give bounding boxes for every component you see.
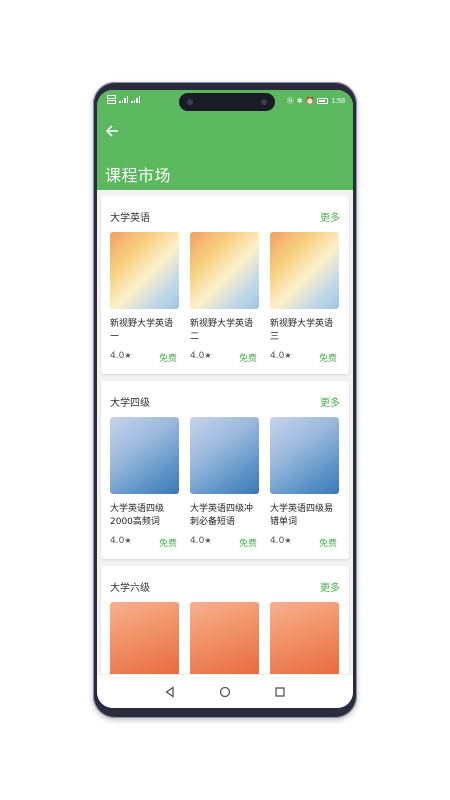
course-rating: 4.0★ xyxy=(270,536,292,546)
course-price: 免费 xyxy=(319,539,338,549)
bluetooth-icon: ✱ xyxy=(296,98,303,105)
course-name: 大学英语四级易错单词 xyxy=(270,504,334,527)
course-name: 新视野大学英语二 xyxy=(190,319,254,342)
section-title: 大学英语 xyxy=(110,213,150,224)
section-card: 大学英语 更多 新视野大学英语一 4.0★ 免费 新视野大学英语二 4.0★ 免… xyxy=(101,196,349,374)
course-item[interactable] xyxy=(190,602,259,674)
status-left xyxy=(107,95,140,104)
course-item[interactable]: 新视野大学英语三 xyxy=(270,232,339,344)
system-nav-bar xyxy=(97,674,353,708)
arrow-left-icon[interactable] xyxy=(105,124,123,142)
course-item[interactable] xyxy=(110,602,179,674)
home-circle-icon[interactable] xyxy=(216,683,234,701)
star-icon: ★ xyxy=(124,351,132,360)
course-cover xyxy=(190,232,259,309)
recents-square-icon[interactable] xyxy=(271,683,289,701)
section-card: 大学六级 更多 xyxy=(101,566,349,674)
phone-screen: Ⓝ ✱ ⏰ 1:58 课程市场 大学英语 更多 新视野大学英语一 4.0★ 免费 xyxy=(97,90,353,708)
page-title: 课程市场 xyxy=(105,166,172,185)
course-name: 大学英语四级冲刺必备短语 xyxy=(190,504,254,527)
clock-time: 1:58 xyxy=(331,97,345,105)
course-name: 大学英语四级2000高频词 xyxy=(110,504,165,527)
section-title: 大学四级 xyxy=(110,398,150,409)
star-icon: ★ xyxy=(204,536,212,545)
status-right: Ⓝ ✱ ⏰ 1:58 xyxy=(287,96,345,106)
status-bar: Ⓝ ✱ ⏰ 1:58 xyxy=(97,90,353,112)
battery-icon xyxy=(317,98,329,104)
course-cover xyxy=(270,417,339,494)
course-rating: 4.0★ xyxy=(190,351,212,361)
course-item[interactable]: 大学英语四级2000高频词 xyxy=(110,417,179,529)
nfc-icon: Ⓝ xyxy=(286,98,294,105)
course-item[interactable]: 大学英语四级冲刺必备短语 xyxy=(190,417,259,529)
course-item[interactable] xyxy=(270,602,339,674)
more-link[interactable]: 更多 xyxy=(320,394,340,409)
sim-indicators xyxy=(107,95,116,104)
course-item[interactable]: 新视野大学英语二 xyxy=(190,232,259,344)
course-rating: 4.0★ xyxy=(270,351,292,361)
section-card: 大学四级 更多 大学英语四级2000高频词 4.0★ 免费 大学英语四级冲刺必备… xyxy=(101,381,349,559)
course-name: 新视野大学英语三 xyxy=(270,319,334,342)
course-price: 免费 xyxy=(319,354,338,364)
course-item[interactable]: 大学英语四级易错单词 xyxy=(270,417,339,529)
star-icon: ★ xyxy=(284,536,292,545)
course-cover xyxy=(270,232,339,309)
signal-icon-2 xyxy=(131,96,140,103)
course-cover xyxy=(110,417,179,494)
course-cover xyxy=(190,602,259,674)
star-icon: ★ xyxy=(204,351,212,360)
course-cover xyxy=(110,232,179,309)
front-camera-icon xyxy=(261,99,267,105)
signal-icon xyxy=(119,96,128,103)
app-header: Ⓝ ✱ ⏰ 1:58 课程市场 xyxy=(97,90,353,190)
front-camera-icon xyxy=(187,99,193,105)
sim2-icon xyxy=(107,100,116,104)
course-rating: 4.0★ xyxy=(190,536,212,546)
camera-notch xyxy=(179,93,275,111)
course-item[interactable]: 新视野大学英语一 xyxy=(110,232,179,344)
course-rating: 4.0★ xyxy=(110,536,132,546)
more-link[interactable]: 更多 xyxy=(320,579,340,594)
course-name: 新视野大学英语一 xyxy=(110,319,174,342)
course-list[interactable]: 大学英语 更多 新视野大学英语一 4.0★ 免费 新视野大学英语二 4.0★ 免… xyxy=(97,190,353,674)
course-cover xyxy=(110,602,179,674)
sim1-icon xyxy=(107,95,116,99)
alarm-icon: ⏰ xyxy=(305,98,315,105)
star-icon: ★ xyxy=(124,536,132,545)
section-title: 大学六级 xyxy=(110,583,150,594)
course-cover xyxy=(190,417,259,494)
star-icon: ★ xyxy=(284,351,292,360)
course-cover xyxy=(270,602,339,674)
more-link[interactable]: 更多 xyxy=(320,209,340,224)
back-triangle-icon[interactable] xyxy=(161,683,179,701)
course-rating: 4.0★ xyxy=(110,351,132,361)
